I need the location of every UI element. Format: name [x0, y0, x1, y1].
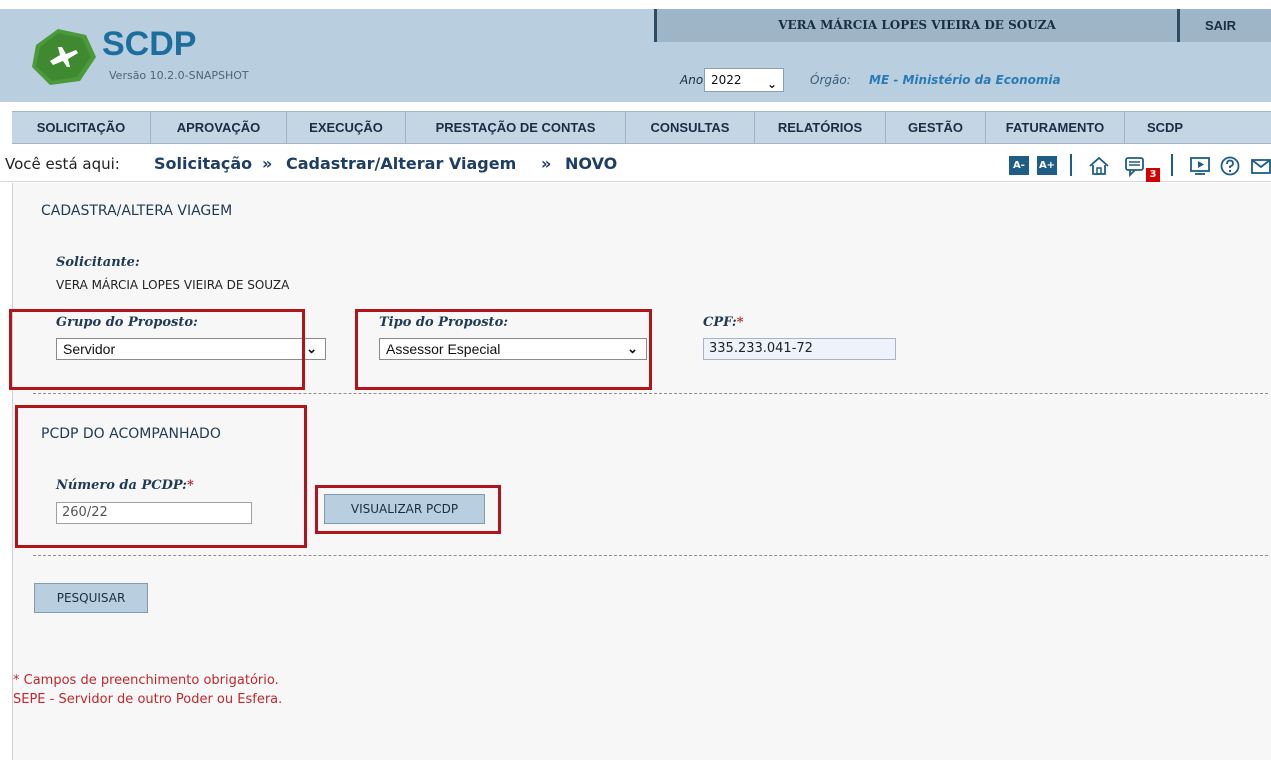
solicitante-label: Solicitante: — [56, 255, 140, 270]
logout-button[interactable]: SAIR — [1205, 9, 1236, 42]
toolbar-divider — [1171, 154, 1173, 176]
highlight-grupo-proposto — [9, 309, 305, 390]
pesquisar-button[interactable]: PESQUISAR — [34, 583, 148, 613]
messages-icon[interactable] — [1124, 155, 1146, 177]
solicitante-value: VERA MÁRCIA LOPES VIEIRA DE SOUZA — [56, 278, 290, 292]
menu-item-relatorios[interactable]: RELATÓRIOS — [755, 112, 886, 144]
breadcrumb-separator-icon: » — [262, 154, 273, 173]
menu-item-prestacao-de-contas[interactable]: PRESTAÇÃO DE CONTAS — [406, 112, 626, 144]
menu-item-solicitacao[interactable]: SOLICITAÇÃO — [12, 112, 151, 144]
main-content: CADASTRA/ALTERA VIAGEM Solicitante: VERA… — [9, 183, 1271, 760]
mail-icon[interactable] — [1250, 155, 1271, 177]
org-label: Órgão: — [810, 73, 851, 87]
help-icon[interactable] — [1219, 155, 1241, 177]
menu-item-aprovacao[interactable]: APROVAÇÃO — [151, 112, 287, 144]
cpf-label: CPF:* — [703, 315, 744, 330]
decrease-font-button[interactable]: A- — [1009, 156, 1029, 175]
cpf-input[interactable]: 335.233.041-72 — [703, 338, 896, 360]
breadcrumb-prefix: Você está aqui: — [5, 155, 120, 173]
menu-item-gestao[interactable]: GESTÃO — [886, 112, 986, 144]
year-select[interactable]: 2022 ⌄ — [704, 68, 784, 92]
required-mark: * — [736, 315, 744, 330]
cpf-label-text: CPF: — [703, 315, 737, 330]
menu-item-scdp[interactable]: SCDP — [1125, 112, 1205, 144]
breadcrumb: Você está aqui: Solicitação » Cadastrar/… — [0, 146, 1271, 182]
menu-item-execucao[interactable]: EXECUÇÃO — [287, 112, 406, 144]
sepe-note: SEPE - Servidor de outro Poder ou Esfera… — [13, 692, 283, 707]
highlight-visualizar-pcdp — [315, 485, 501, 534]
breadcrumb-item-cadastrar[interactable]: Cadastrar/Alterar Viagem — [286, 154, 516, 173]
header: SCDP Versão 10.2.0-SNAPSHOT Ano: 2022 ⌄ … — [0, 0, 1271, 102]
user-name: VERA MÁRCIA LOPES VIEIRA DE SOUZA — [778, 18, 1056, 32]
section-divider — [33, 393, 1268, 394]
user-divider — [1177, 9, 1180, 42]
menu-item-faturamento[interactable]: FATURAMENTO — [986, 112, 1125, 144]
home-icon[interactable] — [1088, 155, 1110, 177]
app-title: SCDP — [102, 25, 197, 63]
increase-font-button[interactable]: A+ — [1037, 156, 1057, 175]
main-menu: SOLICITAÇÃO APROVAÇÃO EXECUÇÃO PRESTAÇÃO… — [12, 111, 1271, 144]
chevron-down-icon: ⌄ — [766, 77, 777, 91]
org-value: ME - Ministério da Economia — [869, 73, 1061, 87]
breadcrumb-item-solicitacao[interactable]: Solicitação — [154, 154, 252, 173]
toolbar-divider — [1070, 154, 1072, 176]
scdp-logo-icon — [32, 29, 96, 85]
form-title: CADASTRA/ALTERA VIAGEM — [41, 203, 233, 219]
menu-item-consultas[interactable]: CONSULTAS — [626, 112, 755, 144]
breadcrumb-item-novo: NOVO — [565, 154, 618, 173]
section-divider — [33, 555, 1268, 556]
year-value: 2022 — [711, 73, 742, 87]
app-version: Versão 10.2.0-SNAPSHOT — [109, 69, 249, 82]
required-fields-note: * Campos de preenchimento obrigatório. — [13, 673, 279, 688]
highlight-pcdp-acompanhado — [15, 405, 307, 548]
highlight-tipo-proposto — [355, 309, 652, 390]
chevron-down-icon: ⌄ — [306, 341, 317, 356]
breadcrumb-separator-icon: » — [541, 154, 552, 173]
user-bar: VERA MÁRCIA LOPES VIEIRA DE SOUZA SAIR — [654, 9, 1271, 42]
notification-badge: 3 — [1146, 168, 1160, 182]
video-tutorial-icon[interactable] — [1189, 155, 1211, 177]
